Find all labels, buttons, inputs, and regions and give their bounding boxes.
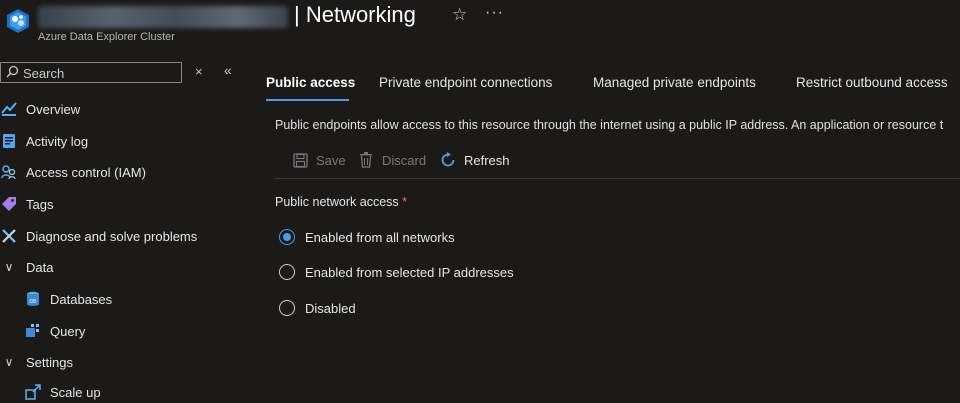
public-access-description: Public endpoints allow access to this re…: [275, 118, 944, 132]
collapse-sidebar-icon[interactable]: «: [224, 62, 232, 78]
radio-disabled[interactable]: Disabled: [279, 300, 356, 316]
search-placeholder: Search: [23, 66, 65, 81]
refresh-button[interactable]: Refresh: [440, 152, 510, 168]
radio-enabled-all-networks[interactable]: Enabled from all networks: [279, 229, 455, 245]
sidebar-item-activity-log[interactable]: Activity log: [0, 130, 88, 152]
search-icon: [6, 65, 19, 78]
radio-selected-indicator[interactable]: [279, 229, 295, 245]
save-icon: [292, 152, 308, 168]
sidebar-item-databases[interactable]: DB Databases: [24, 288, 112, 310]
database-icon: DB: [24, 290, 42, 308]
sidebar-item-query[interactable]: Query: [24, 320, 85, 342]
redacted-resource-name: [38, 6, 288, 28]
page-title: | Networking: [294, 2, 416, 27]
svg-text:DB: DB: [30, 299, 38, 305]
sidebar-item-overview[interactable]: Overview: [0, 98, 80, 120]
tag-icon: [0, 195, 18, 213]
chevron-down-icon: ∨: [4, 260, 14, 274]
diagnose-icon: [0, 227, 18, 245]
tab-public-access[interactable]: Public access: [266, 75, 355, 90]
radio-enabled-selected-ips[interactable]: Enabled from selected IP addresses: [279, 264, 514, 280]
tab-restrict-outbound-access[interactable]: Restrict outbound access: [796, 75, 948, 90]
sidebar-item-scale-up[interactable]: Scale up: [24, 381, 101, 403]
azure-data-explorer-icon: [7, 9, 29, 33]
clear-search-icon[interactable]: ×: [195, 64, 203, 79]
tab-managed-private-endpoints[interactable]: Managed private endpoints: [593, 75, 756, 90]
favorite-star-icon[interactable]: ☆: [452, 5, 467, 25]
sidebar-item-tags[interactable]: Tags: [0, 193, 53, 215]
overview-icon: [0, 100, 18, 118]
sidebar-group-data[interactable]: ∨ Data: [0, 256, 54, 278]
query-icon: [24, 322, 42, 340]
radio-indicator[interactable]: [279, 300, 295, 316]
scale-up-icon: [24, 383, 42, 401]
toolbar-divider: [275, 178, 960, 179]
sidebar-item-iam[interactable]: Access control (IAM): [0, 161, 146, 183]
refresh-icon: [440, 152, 456, 168]
chevron-down-icon: ∨: [4, 355, 14, 369]
required-indicator: *: [402, 195, 408, 209]
sidebar-item-diagnose[interactable]: Diagnose and solve problems: [0, 225, 197, 247]
trash-icon: [358, 152, 374, 168]
active-tab-indicator: [266, 99, 349, 101]
tab-private-endpoint-connections[interactable]: Private endpoint connections: [379, 75, 552, 90]
iam-icon: [0, 163, 18, 181]
discard-button[interactable]: Discard: [358, 152, 426, 168]
save-button[interactable]: Save: [292, 152, 346, 168]
sidebar-search-input[interactable]: Search: [0, 62, 182, 83]
more-options-icon[interactable]: ···: [485, 4, 504, 22]
sidebar-group-settings[interactable]: ∨ Settings: [0, 351, 73, 373]
radio-indicator[interactable]: [279, 264, 295, 280]
public-network-access-label: Public network access *: [275, 195, 408, 209]
activity-log-icon: [0, 132, 18, 150]
resource-type-subtitle: Azure Data Explorer Cluster: [38, 31, 175, 43]
